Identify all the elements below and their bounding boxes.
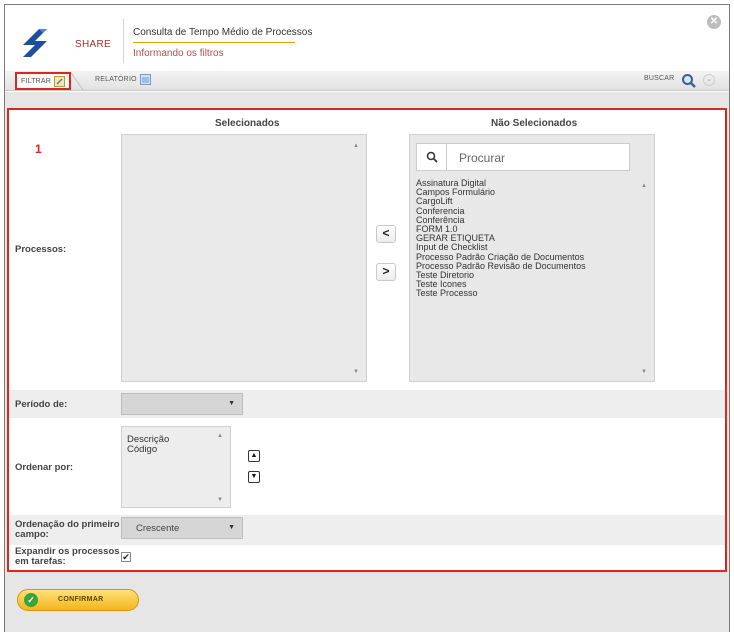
tab-filtrar[interactable]: FILTRAR bbox=[15, 72, 72, 90]
scroll-down-icon[interactable]: ▼ bbox=[641, 369, 647, 375]
tab-relatorio-label: RELATÓRIO bbox=[95, 76, 137, 83]
periodo-select[interactable]: ▼ bbox=[121, 393, 243, 415]
magnifier-icon bbox=[426, 151, 438, 163]
scroll-down-icon[interactable]: ▼ bbox=[217, 497, 223, 503]
ordenacao-select[interactable]: Crescente ▼ bbox=[121, 517, 243, 539]
selected-list[interactable]: ▲ ▼ bbox=[121, 134, 367, 382]
tab-divider bbox=[70, 73, 96, 91]
edit-filter-icon bbox=[54, 75, 66, 87]
periodo-label: Período de: bbox=[15, 399, 68, 410]
header-divider bbox=[123, 19, 124, 63]
filter-form: 1 Selecionados Não Selecionados Processo… bbox=[7, 108, 727, 572]
confirm-button[interactable]: ✓ CONFIRMAR bbox=[17, 589, 139, 611]
dropdown-caret-icon: ▼ bbox=[228, 400, 235, 407]
scroll-up-icon[interactable]: ▲ bbox=[217, 433, 223, 439]
scroll-down-icon[interactable]: ▼ bbox=[353, 369, 359, 375]
unselected-list: Procurar Assinatura Digital Campos Formul… bbox=[409, 134, 655, 382]
ordenar-list[interactable]: Descrição Código ▲ ▼ bbox=[121, 426, 231, 508]
page-title: Consulta de Tempo Médio de Processos bbox=[133, 27, 313, 38]
ordenar-label: Ordenar por: bbox=[15, 462, 74, 473]
periodo-row bbox=[9, 390, 725, 418]
ordenacao-value: Crescente bbox=[136, 523, 180, 534]
nao-selecionados-header: Não Selecionados bbox=[491, 118, 578, 129]
close-button[interactable]: ✕ bbox=[707, 15, 721, 29]
expandir-label-line2: em tarefas: bbox=[15, 556, 66, 567]
tab-relatorio[interactable]: RELATÓRIO bbox=[95, 74, 151, 85]
report-icon bbox=[139, 74, 151, 85]
scroll-up-icon[interactable]: ▲ bbox=[353, 143, 359, 149]
arrow-down-icon: ▼ bbox=[250, 473, 258, 480]
move-down-button[interactable]: ▼ bbox=[248, 471, 260, 483]
processos-label: Processos: bbox=[15, 244, 67, 255]
dropdown-caret-icon: ▼ bbox=[228, 524, 235, 531]
page-subtitle: Informando os filtros bbox=[133, 48, 224, 59]
annotation-marker: 1 bbox=[35, 142, 42, 156]
arrow-up-icon: ▲ bbox=[250, 452, 258, 459]
share-logo-icon bbox=[23, 29, 47, 57]
move-right-button[interactable]: > bbox=[376, 263, 396, 281]
move-up-button[interactable]: ▲ bbox=[248, 450, 260, 462]
list-item[interactable]: Teste Processo bbox=[416, 289, 586, 298]
chevron-down-icon[interactable]: ⌄ bbox=[703, 74, 715, 86]
selecionados-header: Selecionados bbox=[215, 118, 280, 129]
tab-filtrar-label: FILTRAR bbox=[21, 77, 52, 85]
header: SHARE Consulta de Tempo Médio de Process… bbox=[5, 5, 729, 71]
list-item[interactable]: Código bbox=[127, 445, 169, 455]
ordenar-options: Descrição Código bbox=[127, 435, 169, 455]
check-icon: ✓ bbox=[24, 593, 38, 607]
expandir-checkbox[interactable]: ✔ bbox=[121, 552, 131, 562]
title-underline bbox=[133, 42, 295, 43]
search-input[interactable]: Procurar bbox=[416, 143, 630, 171]
close-icon: ✕ bbox=[709, 16, 719, 27]
confirm-label: CONFIRMAR bbox=[58, 596, 104, 603]
toolbar: FILTRAR RELATÓRIO BUSCAR ⌄ bbox=[5, 71, 729, 91]
search-icon-cell bbox=[417, 144, 447, 170]
search-icon[interactable] bbox=[681, 73, 697, 89]
brand-name: SHARE bbox=[75, 39, 111, 50]
expandir-label: Expandir os processos em tarefas: bbox=[15, 547, 120, 567]
ordenacao-label: Ordenação do primeiro campo: bbox=[15, 520, 120, 540]
buscar-label: BUSCAR bbox=[644, 75, 675, 82]
move-left-button[interactable]: < bbox=[376, 225, 396, 243]
unselected-options[interactable]: Assinatura Digital Campos Formulário Cargo… bbox=[416, 178, 586, 299]
scroll-up-icon[interactable]: ▲ bbox=[641, 183, 647, 189]
ordenacao-label-line2: campo: bbox=[15, 529, 49, 540]
window-frame: SHARE Consulta de Tempo Médio de Process… bbox=[4, 4, 730, 632]
search-placeholder: Procurar bbox=[459, 151, 506, 165]
